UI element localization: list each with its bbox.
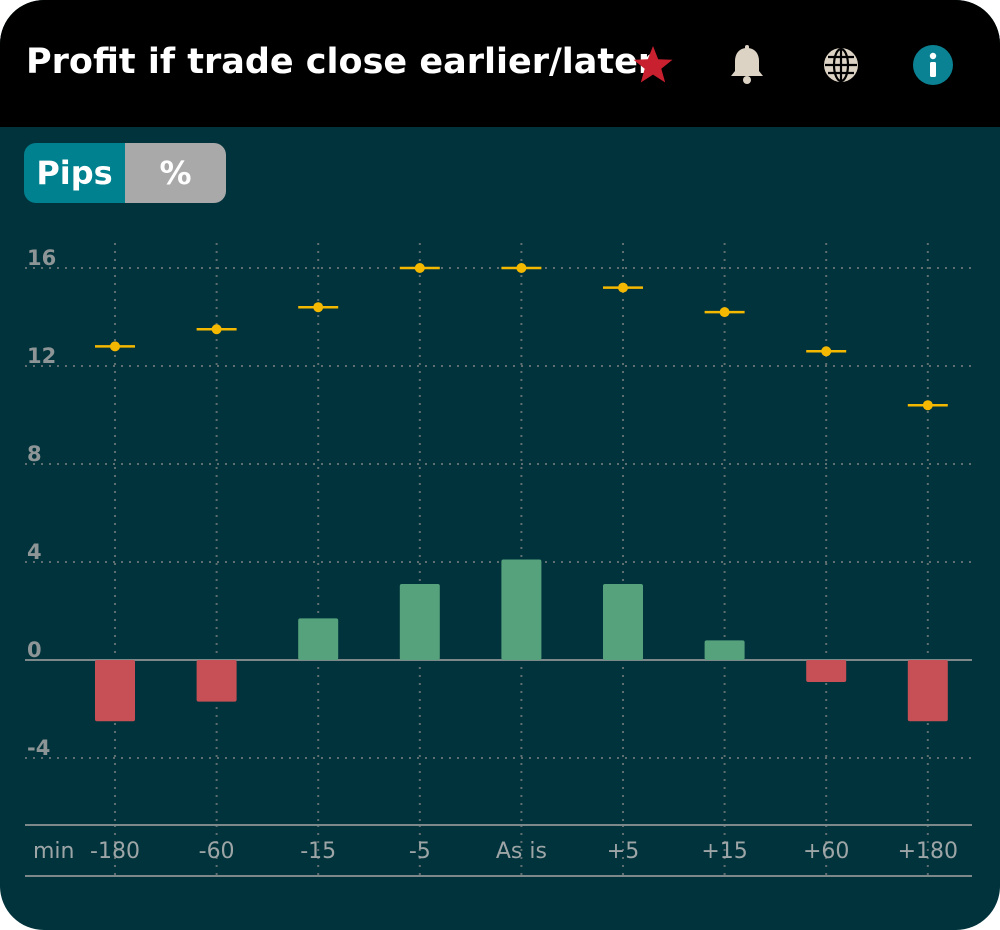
x-tick-label: +180 bbox=[898, 839, 958, 864]
marker-point[interactable] bbox=[211, 324, 222, 335]
y-tick-label: 8 bbox=[27, 442, 42, 466]
bar[interactable] bbox=[603, 584, 643, 660]
bar[interactable] bbox=[704, 640, 745, 660]
y-tick-label: 0 bbox=[27, 638, 42, 662]
marker-point[interactable] bbox=[110, 341, 120, 352]
marker-point[interactable] bbox=[922, 400, 933, 411]
y-tick-label: 4 bbox=[27, 540, 42, 564]
bar[interactable] bbox=[501, 559, 542, 660]
x-tick-label: -5 bbox=[409, 839, 431, 864]
bar[interactable] bbox=[95, 660, 135, 722]
bar[interactable] bbox=[806, 660, 847, 683]
x-tick-label: -15 bbox=[300, 839, 336, 864]
marker-point[interactable] bbox=[516, 263, 527, 273]
marker-point[interactable] bbox=[414, 263, 425, 273]
x-axis-prefix-label: min bbox=[33, 839, 75, 864]
marker-point[interactable] bbox=[313, 302, 324, 313]
y-tick-label: 16 bbox=[27, 246, 56, 270]
x-tick-label: -60 bbox=[199, 839, 235, 864]
bar[interactable] bbox=[399, 584, 440, 660]
x-tick-label: +15 bbox=[701, 839, 747, 864]
y-tick-label: 12 bbox=[27, 344, 56, 368]
bar[interactable] bbox=[196, 660, 237, 702]
x-tick-label: As is bbox=[496, 839, 547, 864]
profit-chart: 16 12 8 4 0 -4 min -180 -60 -15 -5 As is +5 +15 +60 +18… bbox=[25, 243, 972, 878]
y-tick-label: -4 bbox=[27, 736, 50, 760]
marker-point[interactable] bbox=[821, 346, 832, 357]
x-tick-label: -180 bbox=[90, 839, 140, 864]
chart-card: Profit if trade close earlier/later Pips… bbox=[0, 0, 1000, 930]
bar[interactable] bbox=[298, 618, 339, 660]
x-tick-label: +60 bbox=[803, 839, 849, 864]
x-tick-label: +5 bbox=[607, 839, 639, 864]
marker-point[interactable] bbox=[719, 307, 730, 318]
bar[interactable] bbox=[907, 660, 948, 722]
marker-point[interactable] bbox=[618, 282, 628, 293]
